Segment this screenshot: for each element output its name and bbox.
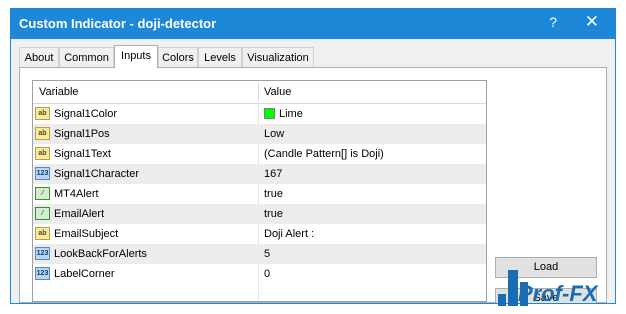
variable-value[interactable]: (Candle Pattern[] is Doji) bbox=[264, 148, 384, 160]
color-swatch bbox=[264, 108, 275, 119]
tab-levels[interactable]: Levels bbox=[198, 47, 242, 67]
variable-value[interactable]: 0 bbox=[264, 268, 270, 280]
close-button[interactable]: ✕ bbox=[585, 12, 599, 32]
table-row[interactable]: ⁄ EmailAlert true bbox=[33, 204, 486, 224]
variable-name: Signal1Color bbox=[54, 108, 117, 120]
tab-colors[interactable]: Colors bbox=[158, 47, 198, 67]
tab-visualization[interactable]: Visualization bbox=[242, 47, 314, 67]
variable-value[interactable]: Doji Alert : bbox=[264, 228, 314, 240]
number-icon: 123 bbox=[35, 267, 50, 280]
table-row[interactable]: 123 LookBackForAlerts 5 bbox=[33, 244, 486, 264]
table-row[interactable]: ab EmailSubject Doji Alert : bbox=[33, 224, 486, 244]
number-icon: 123 bbox=[35, 167, 50, 180]
variable-name: Signal1Text bbox=[54, 148, 111, 160]
title-bar: Custom Indicator - doji-detector ? ✕ bbox=[11, 9, 615, 39]
table-row[interactable]: ab Signal1Pos Low bbox=[33, 124, 486, 144]
variable-name: LookBackForAlerts bbox=[54, 248, 147, 260]
table-row[interactable]: ⁄ MT4Alert true bbox=[33, 184, 486, 204]
variable-name: Signal1Character bbox=[54, 168, 139, 180]
variable-name: Signal1Pos bbox=[54, 128, 110, 140]
variable-name: EmailSubject bbox=[54, 228, 119, 240]
boolean-icon: ⁄ bbox=[35, 207, 50, 220]
prof-fx-logo: Prof-FX bbox=[498, 270, 599, 306]
variable-value[interactable]: 167 bbox=[264, 168, 282, 180]
variable-value[interactable]: Low bbox=[264, 128, 284, 140]
tab-about[interactable]: About bbox=[19, 47, 59, 67]
window-title: Custom Indicator - doji-detector bbox=[19, 16, 217, 31]
table-row[interactable]: ab Signal1Color Lime bbox=[33, 104, 486, 124]
tab-common[interactable]: Common bbox=[59, 47, 114, 67]
variable-name: LabelCorner bbox=[54, 268, 115, 280]
column-header-value[interactable]: Value bbox=[264, 86, 291, 98]
help-button[interactable]: ? bbox=[549, 14, 557, 30]
table-row[interactable]: ab Signal1Text (Candle Pattern[] is Doji… bbox=[33, 144, 486, 164]
inputs-grid: Variable Value ab Signal1Color Lime ab S… bbox=[32, 80, 487, 302]
variable-value[interactable]: Lime bbox=[264, 108, 303, 120]
ab-icon: ab bbox=[35, 127, 50, 140]
variable-name: EmailAlert bbox=[54, 208, 105, 220]
watermark-text: Prof-FX bbox=[518, 281, 599, 306]
variable-value[interactable]: true bbox=[264, 188, 283, 200]
variable-value[interactable]: 5 bbox=[264, 248, 270, 260]
column-header-variable[interactable]: Variable bbox=[39, 86, 79, 98]
variable-name: MT4Alert bbox=[54, 188, 99, 200]
grid-header: Variable Value bbox=[33, 81, 486, 104]
ab-icon: ab bbox=[35, 227, 50, 240]
column-divider[interactable] bbox=[258, 83, 259, 101]
boolean-icon: ⁄ bbox=[35, 187, 50, 200]
table-row[interactable]: 123 Signal1Character 167 bbox=[33, 164, 486, 184]
color-icon: ab bbox=[35, 107, 50, 120]
variable-value[interactable]: true bbox=[264, 208, 283, 220]
ab-icon: ab bbox=[35, 147, 50, 160]
tab-inputs[interactable]: Inputs bbox=[114, 45, 158, 68]
variable-value-text: Lime bbox=[279, 108, 303, 120]
number-icon: 123 bbox=[35, 247, 50, 260]
table-row[interactable]: 123 LabelCorner 0 bbox=[33, 264, 486, 284]
